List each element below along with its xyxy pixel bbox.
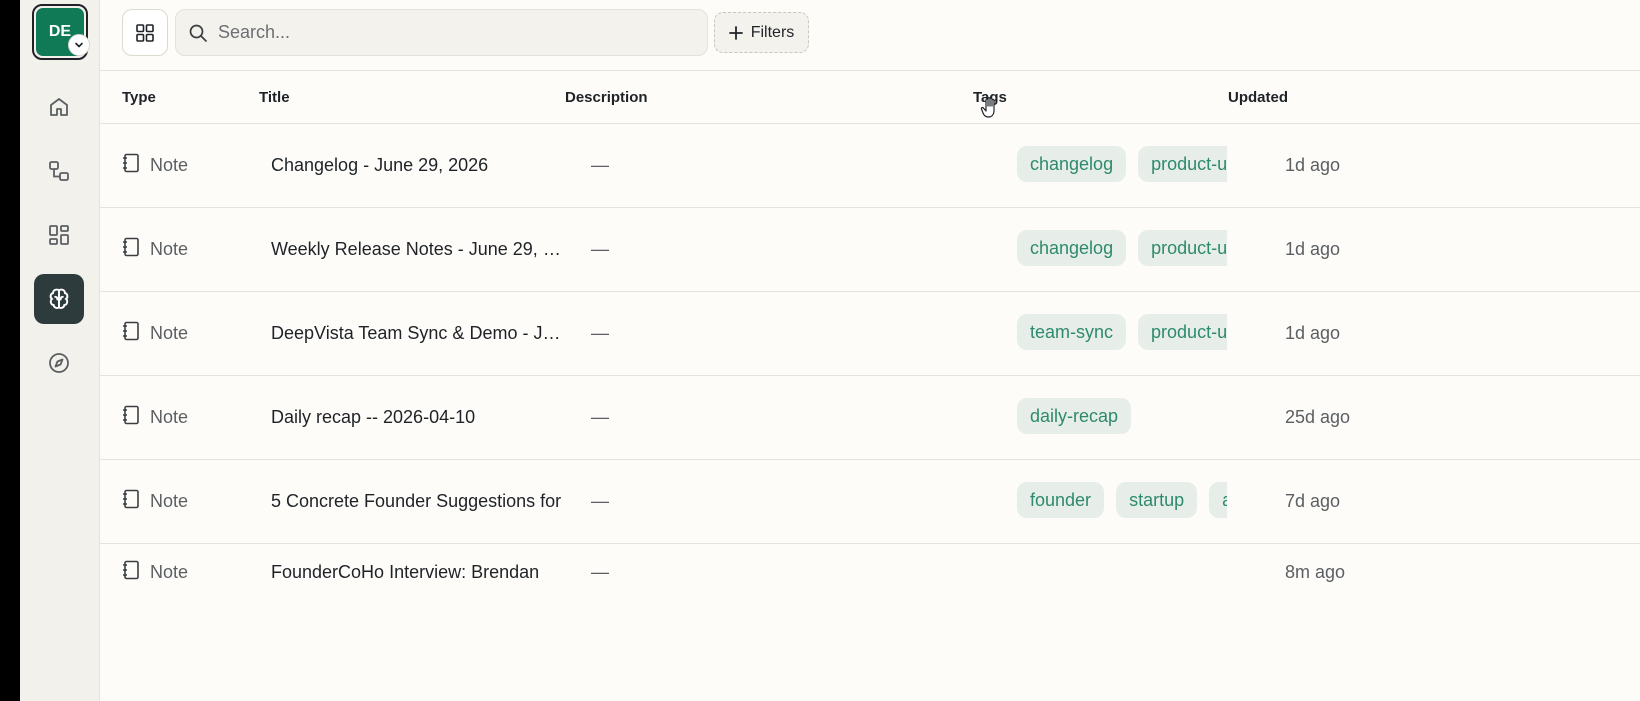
- table-row[interactable]: Note Daily recap -- 2026-04-10 — daily-reca…: [100, 376, 1640, 460]
- plus-icon: [728, 25, 743, 40]
- type-cell: Note: [122, 560, 188, 585]
- type-cell: Note: [122, 237, 188, 262]
- type-label: Note: [150, 323, 189, 343]
- note-title[interactable]: 5 Concrete Founder Suggestions for: [271, 491, 566, 512]
- filters-label: Filters: [750, 23, 795, 41]
- tags-cell: changelog product-updates: [1017, 230, 1227, 270]
- table-row[interactable]: Note FounderCoHo Interview: Brendan — 8m ag…: [100, 544, 1640, 604]
- note-icon: [122, 489, 140, 514]
- note-title[interactable]: FounderCoHo Interview: Brendan: [271, 562, 566, 583]
- type-cell: Note: [122, 489, 188, 514]
- tag-chip[interactable]: product-updates: [1138, 146, 1227, 182]
- tags-cell: changelog product-updates: [1017, 146, 1227, 186]
- chevron-down-icon[interactable]: [68, 34, 90, 56]
- updated-time: 25d ago: [1285, 407, 1351, 427]
- tag-chip[interactable]: founder: [1017, 482, 1105, 518]
- tags-cell: [1017, 562, 1227, 602]
- type-cell: Note: [122, 321, 188, 346]
- table-row[interactable]: Note 5 Concrete Founder Suggestions for — f…: [100, 460, 1640, 544]
- note-title[interactable]: Weekly Release Notes - June 29, 2026: [271, 239, 566, 260]
- note-title[interactable]: Changelog - June 29, 2026: [271, 155, 566, 176]
- note-icon: [122, 237, 140, 262]
- type-label: Note: [150, 155, 189, 175]
- search-icon: [189, 24, 207, 42]
- note-description: —: [591, 155, 609, 175]
- note-description: —: [591, 407, 609, 427]
- notes-table: Type Title Description Tags Updated Note…: [100, 71, 1640, 604]
- workflow-icon: [49, 161, 69, 181]
- tags-cell: daily-recap: [1017, 398, 1227, 438]
- updated-time: 8m ago: [1285, 562, 1346, 582]
- hand-cursor-icon: [980, 97, 995, 118]
- table-row[interactable]: Note DeepVista Team Sync & Demo - June — te…: [100, 292, 1640, 376]
- note-description: —: [591, 239, 609, 259]
- tag-chip[interactable]: startup: [1116, 482, 1198, 518]
- toolbar: Filters: [100, 0, 1640, 71]
- updated-time: 1d ago: [1285, 239, 1341, 259]
- note-icon: [122, 153, 140, 178]
- table-row[interactable]: Note Changelog - June 29, 2026 — changelog p…: [100, 124, 1640, 208]
- sidebar-item-brain[interactable]: [34, 274, 84, 324]
- sidebar-item-workflows[interactable]: [34, 146, 84, 196]
- updated-time: 1d ago: [1285, 323, 1341, 343]
- note-description: —: [591, 562, 609, 582]
- tag-chip[interactable]: changelog: [1017, 230, 1127, 266]
- grid-icon: [49, 225, 69, 245]
- table-body: Note Changelog - June 29, 2026 — changelog p…: [100, 124, 1640, 604]
- note-description: —: [591, 323, 609, 343]
- column-header-title[interactable]: Title: [259, 89, 290, 106]
- note-icon: [122, 560, 140, 585]
- type-label: Note: [150, 239, 189, 259]
- tag-chip[interactable]: team-sync: [1017, 314, 1127, 350]
- type-cell: Note: [122, 153, 188, 178]
- home-icon: [50, 98, 68, 116]
- sidebar-item-explore[interactable]: [34, 338, 84, 388]
- tag-chip[interactable]: product-updates: [1138, 314, 1227, 350]
- type-label: Note: [150, 491, 189, 511]
- search-bar[interactable]: [175, 9, 708, 56]
- note-description: —: [591, 491, 609, 511]
- account-switcher[interactable]: DE: [32, 4, 90, 60]
- sidebar-item-dashboard[interactable]: [34, 210, 84, 260]
- tag-chip[interactable]: product-updates: [1138, 230, 1227, 266]
- updated-time: 7d ago: [1285, 491, 1341, 511]
- note-title[interactable]: DeepVista Team Sync & Demo - June: [271, 323, 566, 344]
- sidebar-item-home[interactable]: [34, 82, 84, 132]
- window-edge: [0, 0, 20, 701]
- column-header-type[interactable]: Type: [122, 89, 156, 106]
- view-toggle-button[interactable]: [122, 9, 168, 56]
- tag-chip[interactable]: changelog: [1017, 146, 1127, 182]
- updated-time: 1d ago: [1285, 155, 1341, 175]
- grid-view-icon: [136, 23, 154, 42]
- type-label: Note: [150, 407, 189, 427]
- filters-button[interactable]: Filters: [714, 12, 809, 53]
- note-icon: [122, 405, 140, 430]
- type-label: Note: [150, 562, 189, 582]
- tag-chip[interactable]: daily-recap: [1017, 398, 1132, 434]
- brain-icon: [49, 288, 69, 309]
- type-cell: Note: [122, 405, 188, 430]
- tags-cell: team-sync product-updates: [1017, 314, 1227, 354]
- sidebar: DE: [20, 0, 100, 701]
- compass-icon: [49, 353, 69, 373]
- table-header: Type Title Description Tags Updated: [100, 71, 1640, 124]
- tags-cell: founder startup advice: [1017, 482, 1227, 522]
- column-header-description[interactable]: Description: [565, 89, 648, 106]
- note-icon: [122, 321, 140, 346]
- search-input[interactable]: [218, 22, 678, 43]
- table-row[interactable]: Note Weekly Release Notes - June 29, 2026…: [100, 208, 1640, 292]
- column-header-updated[interactable]: Updated: [1228, 89, 1288, 106]
- note-title[interactable]: Daily recap -- 2026-04-10: [271, 407, 566, 428]
- tag-chip[interactable]: advice: [1209, 482, 1227, 518]
